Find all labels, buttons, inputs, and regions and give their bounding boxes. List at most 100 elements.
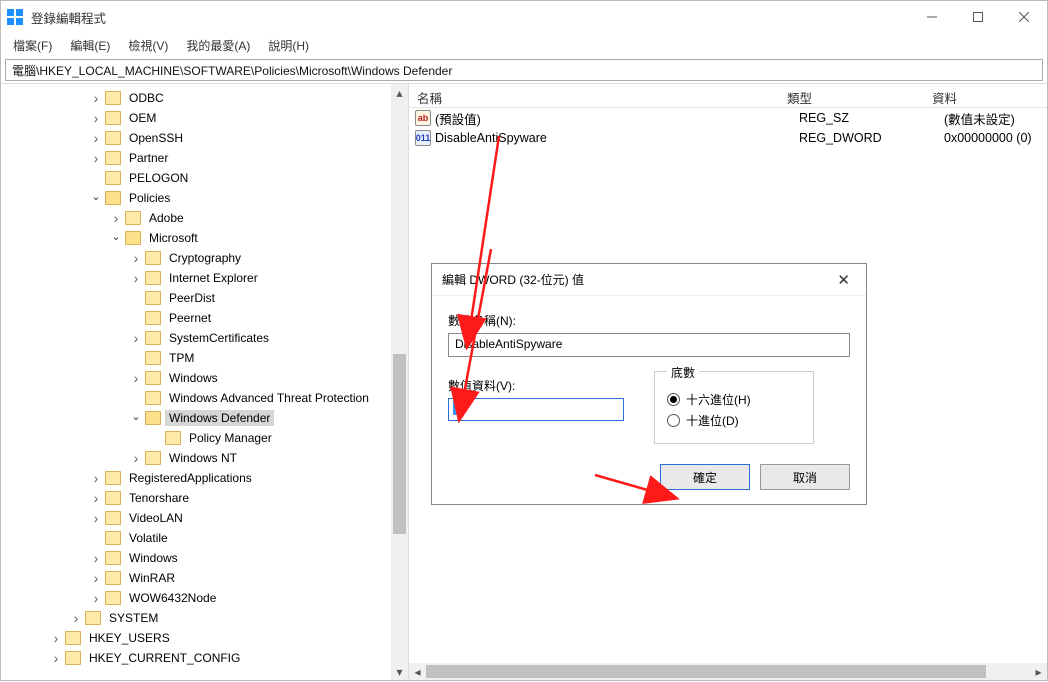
radio-dec[interactable]: 十進位(D) (667, 412, 801, 429)
list-cell-type: REG_SZ (799, 111, 944, 125)
tree-item-cryptography[interactable]: ›Cryptography (1, 248, 408, 268)
scroll-down-icon[interactable]: ▾ (391, 663, 408, 680)
tree-item-pelogon[interactable]: ·PELOGON (1, 168, 408, 188)
cancel-button[interactable]: 取消 (760, 464, 850, 490)
tree-item-policies[interactable]: ⌄Policies (1, 188, 408, 208)
col-type[interactable]: 類型 (779, 84, 924, 107)
tree-item-label: WOW6432Node (125, 590, 220, 606)
chevron-right-icon[interactable]: › (89, 130, 103, 146)
tree-item-tenorshare[interactable]: ›Tenorshare (1, 488, 408, 508)
radio-dec-label: 十進位(D) (686, 412, 739, 429)
tree-item-internet-explorer[interactable]: ›Internet Explorer (1, 268, 408, 288)
chevron-down-icon[interactable]: ⌄ (129, 410, 143, 423)
menu-favorites[interactable]: 我的最愛(A) (184, 35, 252, 56)
list-row[interactable]: 011DisableAntiSpywareREG_DWORD0x00000000… (409, 128, 1047, 148)
chevron-right-icon[interactable]: › (129, 450, 143, 466)
scroll-thumb[interactable] (393, 354, 406, 534)
folder-icon (145, 391, 161, 405)
folder-icon (85, 611, 101, 625)
chevron-right-icon[interactable]: › (129, 330, 143, 346)
tree-item-peernet[interactable]: ·Peernet (1, 308, 408, 328)
value-data-input[interactable]: 1 (448, 398, 624, 421)
dialog-close-button[interactable]: ✕ (831, 269, 856, 291)
tree-item-systemcertificates[interactable]: ›SystemCertificates (1, 328, 408, 348)
tree-item-windows[interactable]: › Windows (1, 548, 408, 568)
value-data-text: 1 (453, 401, 464, 415)
spacer: · (129, 392, 143, 404)
chevron-right-icon[interactable]: › (49, 630, 63, 646)
chevron-right-icon[interactable]: › (89, 590, 103, 606)
menu-help[interactable]: 說明(H) (266, 35, 311, 56)
col-data[interactable]: 資料 (924, 84, 1047, 107)
chevron-right-icon[interactable]: › (89, 150, 103, 166)
tree-item-tpm[interactable]: ·TPM (1, 348, 408, 368)
close-button[interactable] (1001, 1, 1047, 33)
tree-item-microsoft[interactable]: ⌄Microsoft (1, 228, 408, 248)
scroll-up-icon[interactable]: ▴ (391, 84, 408, 101)
chevron-right-icon[interactable]: › (89, 570, 103, 586)
chevron-down-icon[interactable]: ⌄ (89, 190, 103, 203)
menu-view[interactable]: 檢視(V) (126, 35, 170, 56)
tree-item-peerdist[interactable]: ·PeerDist (1, 288, 408, 308)
hscroll-thumb[interactable] (426, 665, 986, 678)
tree-item-windows-defender[interactable]: ⌄Windows Defender (1, 408, 408, 428)
folder-icon (145, 411, 161, 425)
tree-item-openssh[interactable]: ›OpenSSH (1, 128, 408, 148)
tree-item-policy-manager[interactable]: ·Policy Manager (1, 428, 408, 448)
chevron-down-icon[interactable]: ⌄ (109, 230, 123, 243)
chevron-right-icon[interactable]: › (89, 490, 103, 506)
chevron-right-icon[interactable]: › (89, 110, 103, 126)
list-header: 名稱 類型 資料 (409, 84, 1047, 108)
value-name-label: 數值名稱(N): (448, 312, 850, 329)
chevron-right-icon[interactable]: › (129, 270, 143, 286)
spacer: · (89, 532, 103, 544)
tree-item-windows[interactable]: ›Windows (1, 368, 408, 388)
list-hscrollbar[interactable]: ◂ ▸ (409, 663, 1047, 680)
chevron-right-icon[interactable]: › (109, 210, 123, 226)
tree-item-label: HKEY_USERS (85, 630, 174, 646)
tree-item-wow6432node[interactable]: › WOW6432Node (1, 588, 408, 608)
chevron-right-icon[interactable]: › (129, 370, 143, 386)
tree-item-system[interactable]: ›SYSTEM (1, 608, 408, 628)
tree-item-videolan[interactable]: ›VideoLAN (1, 508, 408, 528)
tree-item-hkey-current-config[interactable]: ›HKEY_CURRENT_CONFIG (1, 648, 408, 668)
chevron-right-icon[interactable]: › (69, 610, 83, 626)
chevron-right-icon[interactable]: › (89, 90, 103, 106)
tree-scrollbar[interactable]: ▴ ▾ (391, 84, 408, 680)
tree-item-volatile[interactable]: ·Volatile (1, 528, 408, 548)
hscroll-left-icon[interactable]: ◂ (409, 663, 426, 680)
chevron-right-icon[interactable]: › (89, 550, 103, 566)
tree-item-registeredapplications[interactable]: ›RegisteredApplications (1, 468, 408, 488)
radio-hex[interactable]: 十六進位(H) (667, 391, 801, 408)
tree-item-adobe[interactable]: ›Adobe (1, 208, 408, 228)
folder-icon (105, 551, 121, 565)
folder-icon (145, 371, 161, 385)
chevron-right-icon[interactable]: › (49, 650, 63, 666)
folder-icon (65, 651, 81, 665)
tree-item-windows-advanced-threat-protection[interactable]: ·Windows Advanced Threat Protection (1, 388, 408, 408)
address-bar[interactable]: 電腦\HKEY_LOCAL_MACHINE\SOFTWARE\Policies\… (5, 59, 1043, 81)
col-name[interactable]: 名稱 (409, 84, 779, 107)
tree-item-partner[interactable]: ›Partner (1, 148, 408, 168)
list-row[interactable]: ab(預設值)REG_SZ(數值未設定) (409, 108, 1047, 128)
tree-item-odbc[interactable]: ›ODBC (1, 88, 408, 108)
tree-item-oem[interactable]: ›OEM (1, 108, 408, 128)
menu-file[interactable]: 檔案(F) (11, 35, 54, 56)
tree-pane[interactable]: ›ODBC›OEM›OpenSSH›Partner·PELOGON⌄Polici… (1, 84, 409, 680)
folder-icon (145, 311, 161, 325)
tree-item-hkey-users[interactable]: › HKEY_USERS (1, 628, 408, 648)
regedit-icon (7, 9, 23, 25)
tree-item-winrar[interactable]: ›WinRAR (1, 568, 408, 588)
ok-button[interactable]: 確定 (660, 464, 750, 490)
menu-edit[interactable]: 編輯(E) (68, 35, 112, 56)
chevron-right-icon[interactable]: › (129, 250, 143, 266)
minimize-button[interactable] (909, 1, 955, 33)
value-name-input[interactable]: DisableAntiSpyware (448, 333, 850, 357)
chevron-right-icon[interactable]: › (89, 510, 103, 526)
tree-item-label: Windows (125, 550, 182, 566)
maximize-button[interactable] (955, 1, 1001, 33)
tree-item-windows-nt[interactable]: ›Windows NT (1, 448, 408, 468)
chevron-right-icon[interactable]: › (89, 470, 103, 486)
folder-icon (105, 571, 121, 585)
hscroll-right-icon[interactable]: ▸ (1030, 663, 1047, 680)
